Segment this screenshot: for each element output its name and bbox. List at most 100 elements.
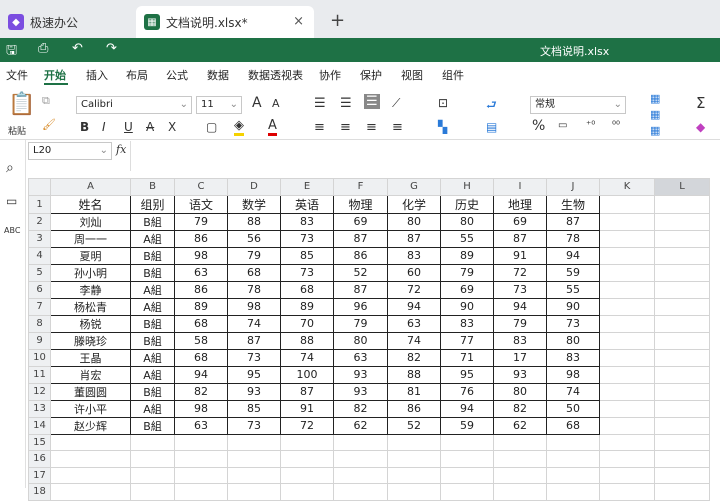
cell[interactable]: 数学 [227,194,281,214]
fx-button[interactable]: fx [116,143,126,156]
fill-color-icon[interactable]: ◈ [234,118,244,136]
cell[interactable]: 68 [174,348,228,367]
cell[interactable]: B組 [130,263,175,282]
cell[interactable]: 63 [174,263,228,282]
cell[interactable]: 62 [493,416,547,435]
cell[interactable] [654,399,710,418]
menu-home[interactable]: 开始 [44,67,66,83]
cell[interactable]: 87 [280,382,334,401]
cell[interactable]: 89 [440,246,494,265]
cell[interactable]: 88 [280,331,334,350]
cell[interactable]: 62 [333,416,388,435]
cell[interactable]: 79 [227,246,281,265]
cell[interactable]: 姓名 [50,194,131,214]
cell[interactable]: 80 [546,331,600,350]
cell[interactable] [654,433,710,451]
cell[interactable]: 刘灿 [50,212,131,231]
underline-button[interactable]: U [124,120,133,134]
cell[interactable]: 73 [280,229,334,248]
cell[interactable]: 72 [280,416,334,435]
cell[interactable] [654,466,710,484]
cell[interactable] [654,365,710,384]
cell[interactable]: 89 [174,297,228,316]
align-top-icon[interactable]: ☰ [314,96,326,111]
row-header[interactable]: 9 [28,331,51,350]
cell[interactable]: 滕晓珍 [50,331,131,350]
cell[interactable]: 94 [387,297,441,316]
close-tab-icon[interactable]: × [293,14,304,29]
cell[interactable]: 88 [227,212,281,231]
cell[interactable]: 17 [493,348,547,367]
cell[interactable]: 93 [333,365,388,384]
borders-icon[interactable]: ▢ [206,120,217,134]
cell[interactable]: 96 [333,297,388,316]
cell[interactable]: 73 [493,280,547,299]
select-all-corner[interactable] [28,178,51,196]
cell[interactable]: 90 [440,297,494,316]
cell[interactable]: 74 [387,331,441,350]
cell[interactable] [654,297,710,316]
cell[interactable]: 60 [387,263,441,282]
cell[interactable]: B組 [130,331,175,350]
cell[interactable]: 94 [174,365,228,384]
cell[interactable] [493,466,547,484]
cell[interactable]: 物理 [333,194,388,214]
cell[interactable]: 68 [546,416,600,435]
menu-data[interactable]: 数据 [207,67,229,83]
cell[interactable]: 组别 [130,194,175,214]
cell[interactable] [174,450,228,468]
cell[interactable] [654,450,710,468]
cell[interactable]: 50 [546,399,600,418]
cell[interactable]: A組 [130,348,175,367]
cell[interactable]: 李静 [50,280,131,299]
subscript-button[interactable]: X [168,120,176,134]
row-header[interactable]: 11 [28,365,51,384]
cell[interactable]: 80 [440,212,494,231]
cell[interactable]: 83 [440,314,494,333]
cell[interactable]: 70 [280,314,334,333]
cell[interactable]: 88 [387,365,441,384]
cell[interactable] [387,483,441,501]
strikethrough-button[interactable]: A [146,120,154,134]
column-header[interactable]: G [387,178,441,196]
cell[interactable] [333,466,388,484]
conditional-format-icon[interactable]: ▚ [438,120,447,134]
cell[interactable]: 74 [227,314,281,333]
column-header[interactable]: E [280,178,334,196]
cell[interactable]: B組 [130,212,175,231]
cell[interactable] [174,466,228,484]
cell[interactable]: 98 [174,246,228,265]
print-icon[interactable]: ⎙ [38,41,48,56]
cell[interactable]: 85 [227,399,281,418]
grow-font-button[interactable]: A [252,95,262,111]
cell[interactable]: 生物 [546,194,600,214]
cell[interactable] [654,416,710,435]
font-color-button[interactable]: A [268,118,277,136]
cell[interactable]: 95 [440,365,494,384]
new-tab-button[interactable]: + [330,10,345,31]
row-header[interactable]: 1 [28,194,51,214]
cell[interactable] [50,433,131,451]
cell[interactable]: 87 [493,229,547,248]
row-header[interactable]: 16 [28,450,51,468]
font-family-select[interactable]: Calibri ⌄ [76,96,192,114]
cell[interactable] [546,466,600,484]
cell[interactable]: 95 [227,365,281,384]
cell[interactable]: B組 [130,246,175,265]
cell[interactable]: 52 [333,263,388,282]
cell[interactable]: 77 [440,331,494,350]
cell[interactable]: 73 [280,263,334,282]
menu-pivot[interactable]: 数据透视表 [248,67,303,83]
cell[interactable] [546,433,600,451]
cell[interactable]: A組 [130,280,175,299]
cell[interactable]: 93 [493,365,547,384]
cell[interactable]: 55 [440,229,494,248]
cell[interactable]: 80 [387,212,441,231]
cell[interactable]: 59 [546,263,600,282]
cell[interactable]: 83 [280,212,334,231]
cell[interactable] [654,483,710,501]
cell[interactable]: 85 [280,246,334,265]
cell[interactable]: 董圆圆 [50,382,131,401]
row-header[interactable]: 17 [28,466,51,484]
column-header[interactable]: L [654,178,710,196]
